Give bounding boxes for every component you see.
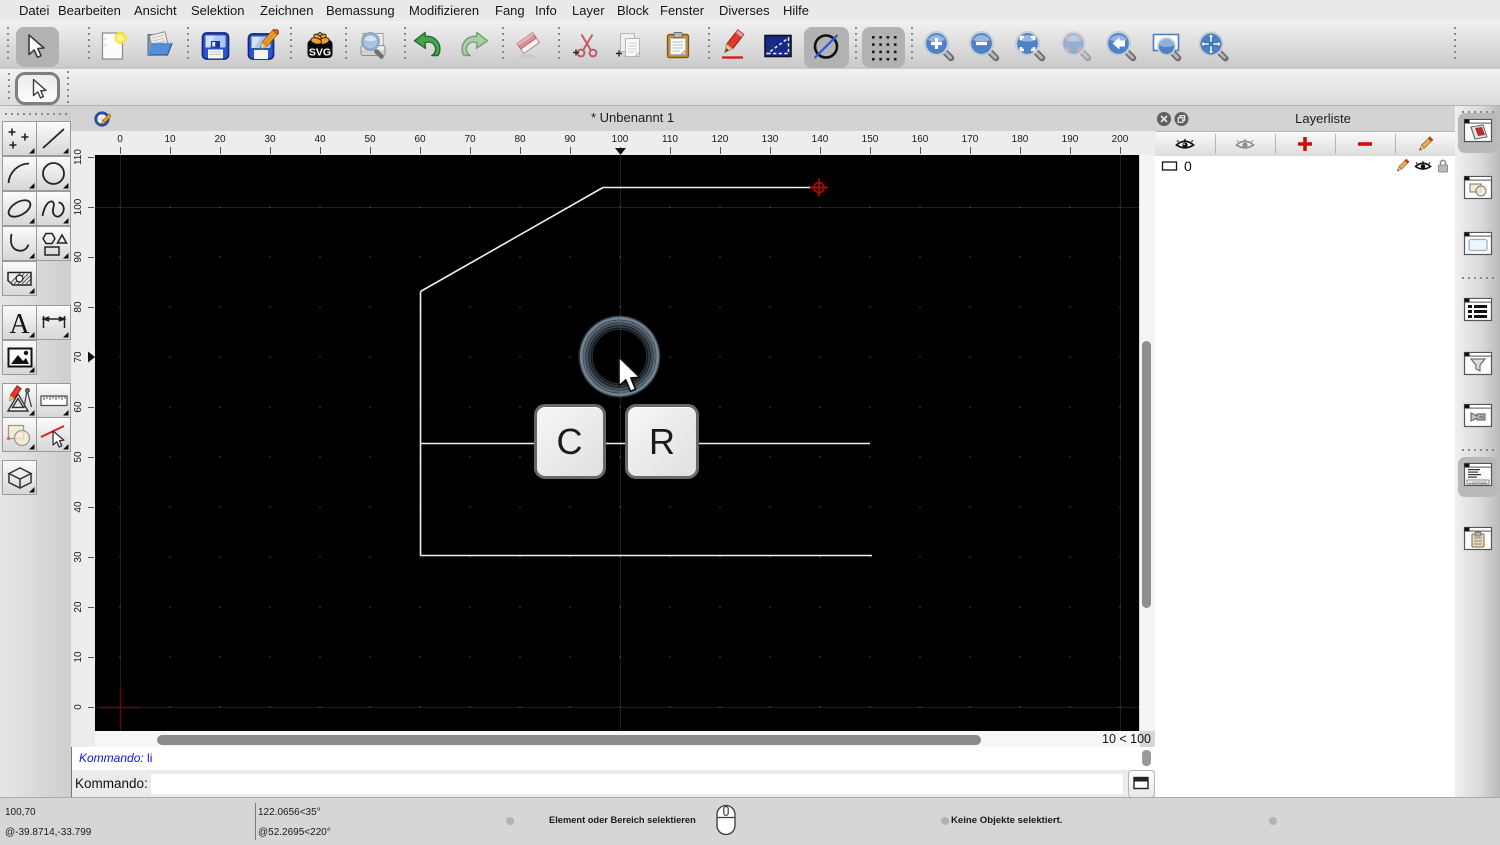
svg-text:40: 40 — [314, 134, 326, 145]
svg-text:30: 30 — [264, 134, 276, 145]
svg-text:190: 190 — [1062, 134, 1079, 145]
svg-text:50: 50 — [364, 134, 376, 145]
svg-text:60: 60 — [414, 134, 426, 145]
svg-text:160: 160 — [912, 134, 929, 145]
svg-text:150: 150 — [862, 134, 879, 145]
svg-text:20: 20 — [73, 601, 84, 613]
svg-text:180: 180 — [1012, 134, 1029, 145]
svg-text:70: 70 — [464, 134, 476, 145]
svg-text:110: 110 — [662, 134, 678, 145]
svg-text:90: 90 — [73, 251, 84, 263]
svg-text:100: 100 — [612, 134, 629, 145]
svg-text:Layerliste: Layerliste — [1295, 111, 1351, 126]
svg-text:130: 130 — [762, 134, 779, 145]
svg-text:A: A — [9, 309, 30, 339]
svg-text:50: 50 — [73, 451, 84, 463]
svg-text:0: 0 — [1184, 158, 1192, 174]
svg-text:100: 100 — [73, 198, 84, 215]
svg-text:0: 0 — [73, 704, 84, 710]
svg-text:80: 80 — [73, 301, 84, 313]
svg-text:c command: c command — [1469, 480, 1487, 484]
svg-text:90: 90 — [564, 134, 576, 145]
svg-text:SVG: SVG — [309, 47, 331, 59]
svg-text:10: 10 — [73, 651, 84, 663]
svg-text:110: 110 — [73, 149, 84, 165]
svg-text:40: 40 — [73, 501, 84, 513]
svg-text:30: 30 — [73, 551, 84, 563]
svg-text:20: 20 — [214, 134, 226, 145]
svg-text:120: 120 — [712, 134, 729, 145]
svg-text:170: 170 — [962, 134, 979, 145]
svg-text:0: 0 — [117, 134, 123, 145]
svg-text:70: 70 — [73, 351, 84, 363]
svg-text:140: 140 — [812, 134, 829, 145]
svg-text:80: 80 — [514, 134, 526, 145]
svg-text:10: 10 — [164, 134, 176, 145]
svg-text:60: 60 — [73, 401, 84, 413]
svg-text:200: 200 — [1112, 134, 1129, 145]
